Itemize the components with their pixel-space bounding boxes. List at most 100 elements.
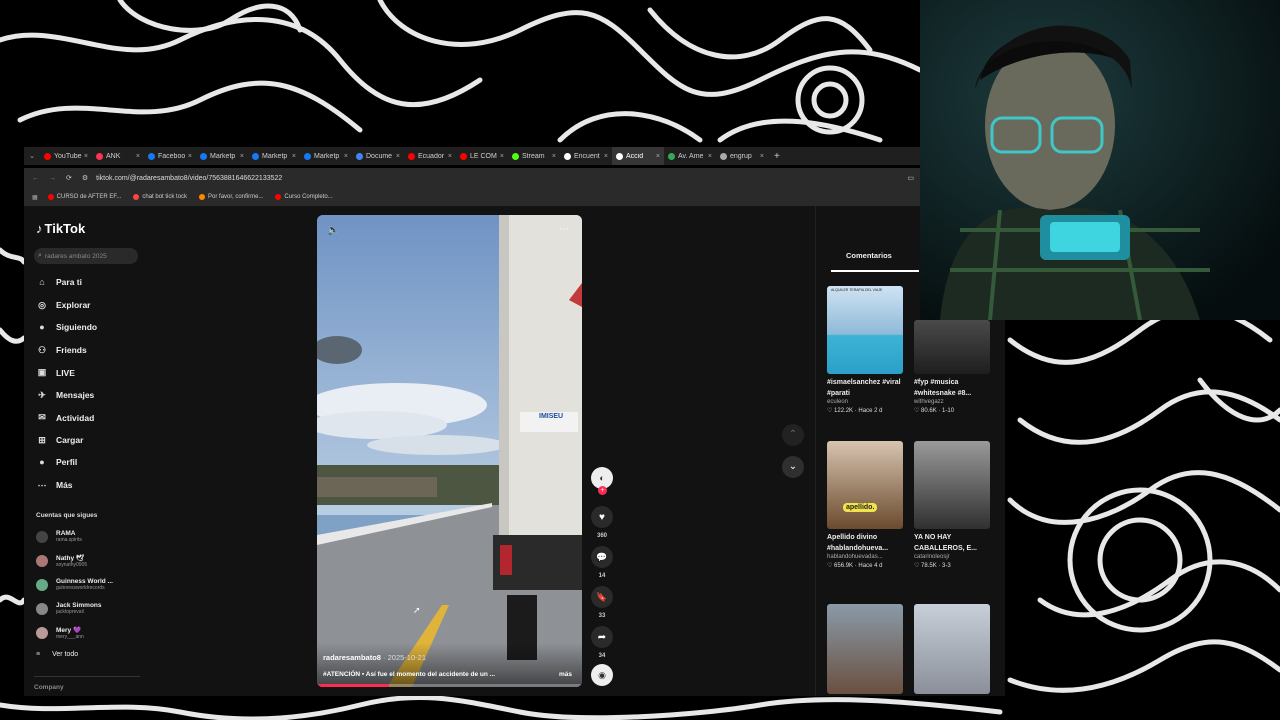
browser-tab[interactable]: engrup × [716, 147, 768, 165]
sidebar-item-explorar[interactable]: ◎ Explorar [36, 300, 90, 311]
more-options-icon[interactable]: ⋯ [559, 224, 569, 235]
comment-button[interactable]: 💬 [591, 546, 613, 568]
followed-account[interactable]: Jack Simmons jacktoprevail [36, 602, 102, 615]
apps-grid-icon[interactable]: ▦ [32, 194, 38, 201]
bookmark-item[interactable]: chat bot tick tock [133, 194, 187, 200]
close-tab-icon[interactable]: × [240, 153, 244, 160]
follow-plus-icon[interactable]: + [598, 486, 607, 495]
close-tab-icon[interactable]: × [708, 153, 712, 160]
caption-more-button[interactable]: más [559, 671, 572, 678]
new-tab-button[interactable]: + [774, 151, 780, 162]
browser-tab-bar: ⌄ YouTube × ANK × Faceboo × Marketp × Marketp × Ma… [24, 147, 920, 165]
recommended-video-card[interactable]: apellido. Apellido divino #hablandohueva.… [827, 441, 903, 569]
video-thumbnail[interactable] [827, 604, 903, 694]
url-field[interactable]: tiktok.com/@radaresambato8/video/7563881… [96, 175, 282, 182]
tab-list-chevron-icon[interactable]: ⌄ [24, 152, 40, 160]
close-tab-icon[interactable]: × [188, 153, 192, 160]
browser-tab[interactable]: Encuent × [560, 147, 612, 165]
followed-account[interactable]: RAMA rama.spirits [36, 530, 82, 543]
tab-label: Accid [626, 152, 644, 160]
sidebar-item-siguiendo[interactable]: ● Siguiendo [36, 322, 97, 332]
video-thumbnail[interactable] [914, 320, 990, 374]
next-video-button[interactable]: ⌄ [782, 456, 804, 478]
card-username[interactable]: hablandohuevadas... [827, 554, 903, 560]
video-player[interactable]: IMISEU 🔈 ⋯ radaresambato8 · 2025-10-21 #… [317, 215, 582, 687]
close-tab-icon[interactable]: × [656, 153, 660, 160]
browser-tab[interactable]: Accid × [612, 147, 664, 165]
card-username[interactable]: catarinoleosjr [914, 554, 990, 560]
browser-tab[interactable]: Marketp × [196, 147, 248, 165]
sidebar-divider [34, 676, 140, 677]
browser-tab[interactable]: YouTube × [40, 147, 92, 165]
browser-tab[interactable]: Marketp × [300, 147, 352, 165]
browser-tab[interactable]: ANK × [92, 147, 144, 165]
forward-icon[interactable]: → [49, 175, 56, 182]
close-tab-icon[interactable]: × [604, 153, 608, 160]
video-thumbnail[interactable] [914, 604, 990, 694]
cast-icon[interactable]: ▭ [907, 174, 914, 182]
like-button[interactable]: ♥ [591, 506, 613, 528]
see-all-link[interactable]: ≡ Ver todo [36, 651, 78, 658]
sidebar-item-mensajes[interactable]: ✈ Mensajes [36, 390, 94, 401]
tiktok-sidebar: ♪ TikTok ⌕ radares ambato 2025 ⌂ Para ti ◎… [24, 206, 146, 696]
share-icon: ➦ [597, 631, 607, 643]
site-info-icon[interactable]: ⚙ [82, 174, 88, 182]
sidebar-item-perfil[interactable]: ● Perfil [36, 457, 77, 467]
close-tab-icon[interactable]: × [448, 153, 452, 160]
close-tab-icon[interactable]: × [84, 153, 88, 160]
card-username[interactable]: withvegazz [914, 399, 990, 405]
card-username[interactable]: eculeon [827, 399, 903, 405]
browser-tab[interactable]: Stream × [508, 147, 560, 165]
tab-favicon-icon [96, 152, 103, 160]
video-progress-track[interactable] [317, 684, 582, 687]
browser-tab[interactable]: Av. Ame × [664, 147, 716, 165]
close-tab-icon[interactable]: × [760, 153, 764, 160]
volume-icon[interactable]: 🔈 [327, 225, 339, 236]
video-thumbnail[interactable]: apellido. [827, 441, 903, 529]
sound-disc-button[interactable]: ◉ [591, 664, 613, 686]
card-title: Apellido divino #hablandohueva... [827, 534, 889, 552]
video-author[interactable]: radaresambato8 [323, 653, 381, 662]
sidebar-item-friends[interactable]: ⚇ Friends [36, 345, 87, 356]
browser-tab[interactable]: Ecuador × [404, 147, 456, 165]
tab-label: Faceboo [158, 152, 186, 160]
recommended-video-card[interactable]: ALQUILER TERAPIA DEL VIAJE #ismaelsanchez… [827, 286, 903, 414]
followed-account[interactable]: Nathy 🕊 soynathy0905 [36, 554, 87, 568]
activity-icon: ✉ [38, 412, 46, 422]
search-input[interactable]: ⌕ radares ambato 2025 [34, 248, 138, 264]
video-thumbnail[interactable]: ALQUILER TERAPIA DEL VIAJE [827, 286, 903, 374]
tab-favicon-icon [356, 152, 363, 160]
tab-comentarios[interactable]: Comentarios [846, 251, 892, 260]
sidebar-item-actividad[interactable]: ✉ Actividad [36, 412, 94, 423]
save-button[interactable]: 🔖 [591, 586, 613, 608]
close-tab-icon[interactable]: × [552, 153, 556, 160]
reload-icon[interactable]: ⟳ [66, 174, 72, 182]
sidebar-item-parati[interactable]: ⌂ Para ti [36, 277, 82, 287]
close-tab-icon[interactable]: × [344, 153, 348, 160]
company-link[interactable]: Company [34, 684, 64, 691]
sidebar-item-cargar[interactable]: ⊞ Cargar [36, 435, 83, 446]
browser-tab[interactable]: Faceboo × [144, 147, 196, 165]
close-tab-icon[interactable]: × [500, 153, 504, 160]
recommended-video-card[interactable]: #fyp #musica #whitesnake #8... withvegazz… [914, 320, 990, 414]
bookmark-item[interactable]: Por favor, confirme... [199, 194, 263, 200]
bookmark-item[interactable]: CURSO de AFTER EF... [47, 194, 121, 200]
followed-account[interactable]: Mery 💜 mery___ann [36, 626, 84, 640]
sidebar-item-ms[interactable]: ⋯ Más [36, 480, 73, 491]
close-tab-icon[interactable]: × [136, 153, 140, 160]
followed-account[interactable]: Guinness World ... guinnessworldrecords [36, 578, 113, 591]
bookmark-item[interactable]: Curso Completo... [275, 194, 333, 200]
video-thumbnail[interactable] [914, 441, 990, 529]
close-tab-icon[interactable]: × [292, 153, 296, 160]
sidebar-item-live[interactable]: ▣ LIVE [36, 367, 75, 378]
share-button[interactable]: ➦ [591, 626, 613, 648]
recommended-video-card[interactable]: YA NO HAY CABALLEROS, E... catarinoleosjr… [914, 441, 990, 569]
browser-tab[interactable]: LE COM × [456, 147, 508, 165]
back-icon[interactable]: ← [32, 175, 39, 182]
tiktok-logo[interactable]: ♪ TikTok [36, 221, 85, 236]
close-tab-icon[interactable]: × [396, 153, 400, 160]
browser-tab[interactable]: Marketp × [248, 147, 300, 165]
tab-label: Stream [522, 152, 545, 160]
browser-tab[interactable]: Docume × [352, 147, 404, 165]
previous-video-button[interactable]: ⌃ [782, 424, 804, 446]
